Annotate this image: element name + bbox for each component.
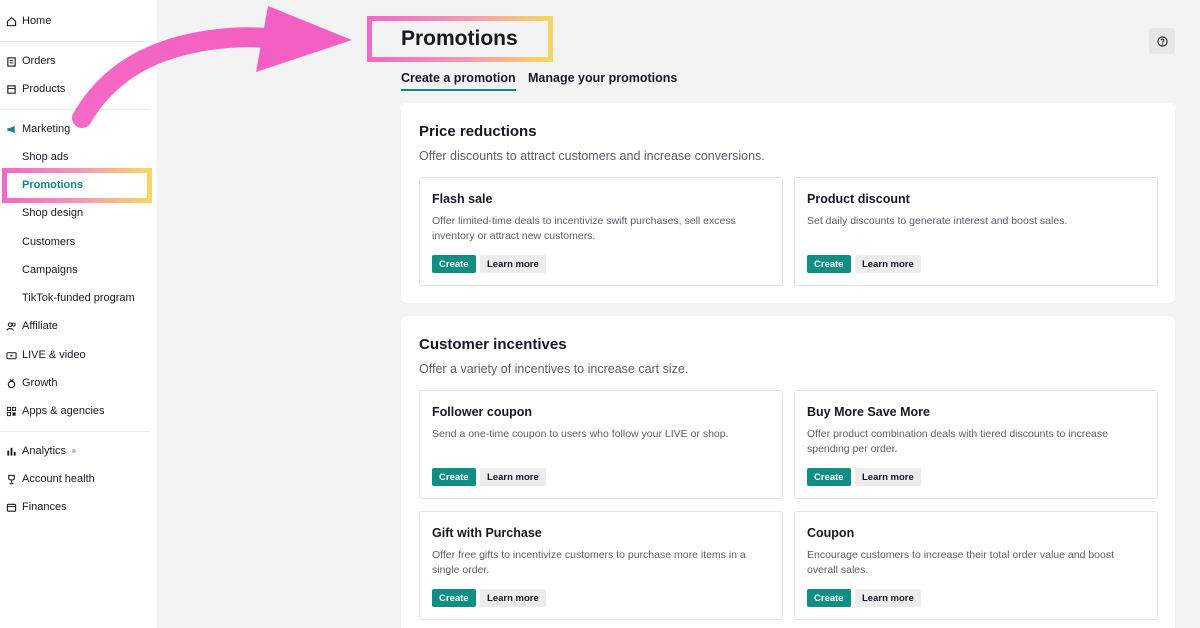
sidebar-item-label: Products [22, 83, 66, 95]
sidebar-item-label: Account health [22, 473, 95, 485]
create-button[interactable]: Create [807, 255, 851, 273]
tab-manage-your-promotions[interactable]: Manage your promotions [528, 71, 677, 89]
card-flash-sale: Flash sale Offer limited-time deals to i… [419, 177, 783, 286]
card-title: Follower coupon [432, 405, 532, 419]
sidebar-item-analytics[interactable]: Analytics [0, 440, 157, 462]
card-follower-coupon: Follower coupon Send a one-time coupon t… [419, 390, 783, 499]
people-icon [5, 320, 17, 332]
sidebar-divider [0, 431, 150, 432]
tab-create-a-promotion[interactable]: Create a promotion [401, 71, 516, 91]
create-button[interactable]: Create [807, 468, 851, 486]
card-title: Flash sale [432, 192, 493, 206]
sidebar-item-label: Analytics [22, 445, 67, 457]
create-button[interactable]: Create [432, 589, 476, 607]
section-description: Offer discounts to attract customers and… [419, 149, 765, 163]
help-circle-icon [1156, 35, 1168, 47]
sidebar-item-label: Customers [22, 236, 76, 248]
sidebar-item-customers[interactable]: Customers [0, 231, 157, 253]
learn-more-button[interactable]: Learn more [855, 468, 921, 486]
card-title: Gift with Purchase [432, 526, 542, 540]
learn-more-button[interactable]: Learn more [480, 589, 546, 607]
sidebar-item-apps-agencies[interactable]: Apps & agencies [0, 400, 157, 422]
sidebar-item-campaigns[interactable]: Campaigns [0, 259, 157, 281]
learn-more-button[interactable]: Learn more [480, 255, 546, 273]
card-description: Encourage customers to increase their to… [807, 549, 1115, 576]
sidebar-item-label: Affiliate [22, 320, 58, 332]
megaphone-icon [5, 123, 17, 135]
clipboard-icon [5, 55, 17, 67]
sidebar-item-finances[interactable]: Finances [0, 496, 157, 518]
sidebar-item-label: Apps & agencies [22, 405, 105, 417]
create-button[interactable]: Create [432, 468, 476, 486]
create-button[interactable]: Create [432, 255, 476, 273]
card-description: Offer limited-time deals to incentivize … [432, 215, 736, 242]
sidebar-item-tiktok-funded-program[interactable]: TikTok-funded program [0, 287, 157, 309]
title-highlight [367, 16, 553, 62]
learn-more-button[interactable]: Learn more [855, 255, 921, 273]
card-description: Offer product combination deals with tie… [807, 428, 1108, 455]
sidebar-item-live-video[interactable]: LIVE & video [0, 344, 157, 366]
sidebar-item-label: Shop design [22, 207, 84, 219]
sidebar-item-shop-design[interactable]: Shop design [0, 202, 157, 224]
section-customer-incentives: Customer incentives Offer a variety of i… [401, 316, 1175, 628]
grid-icon [5, 405, 17, 417]
trophy-icon [5, 473, 17, 485]
sidebar-item-label: TikTok-funded program [22, 292, 135, 304]
box-icon [5, 83, 17, 95]
card-description: Send a one-time coupon to users who foll… [432, 428, 729, 440]
medal-icon [5, 377, 17, 389]
wallet-icon [5, 501, 17, 513]
help-button[interactable] [1149, 28, 1175, 54]
status-dot [72, 449, 77, 453]
sidebar-item-shop-ads[interactable]: Shop ads [0, 146, 157, 168]
video-icon [5, 349, 17, 361]
learn-more-button[interactable]: Learn more [855, 589, 921, 607]
card-title: Product discount [807, 192, 910, 206]
sidebar-item-account-health[interactable]: Account health [0, 468, 157, 490]
card-product-discount: Product discount Set daily discounts to … [794, 177, 1158, 286]
learn-more-button[interactable]: Learn more [480, 468, 546, 486]
create-button[interactable]: Create [807, 589, 851, 607]
section-title: Price reductions [419, 123, 537, 140]
sidebar-item-label: Shop ads [22, 151, 69, 163]
section-title: Customer incentives [419, 336, 567, 353]
pointer-arrow-icon [72, 6, 352, 128]
section-price-reductions: Price reductions Offer discounts to attr… [401, 103, 1175, 303]
card-gift-with-purchase: Gift with Purchase Offer free gifts to i… [419, 511, 783, 620]
section-description: Offer a variety of incentives to increas… [419, 362, 689, 376]
card-title: Buy More Save More [807, 405, 930, 419]
sidebar-item-label: Campaigns [22, 264, 78, 276]
sidebar-item-label: Growth [22, 377, 58, 389]
card-coupon: Coupon Encourage customers to increase t… [794, 511, 1158, 620]
card-title: Coupon [807, 526, 855, 540]
sidebar-item-growth[interactable]: Growth [0, 372, 157, 394]
bar-chart-icon [5, 445, 17, 457]
sidebar-item-label: Home [22, 15, 52, 27]
sidebar-item-label: Finances [22, 501, 67, 513]
sidebar-item-label: LIVE & video [22, 349, 86, 361]
card-buy-more-save-more: Buy More Save More Offer product combina… [794, 390, 1158, 499]
sidebar-item-label: Orders [22, 55, 56, 67]
sidebar-item-affiliate[interactable]: Affiliate [0, 315, 157, 337]
promotions-nav-highlight [2, 168, 152, 203]
card-description: Offer free gifts to incentivize customer… [432, 549, 746, 576]
home-icon [5, 15, 17, 27]
card-description: Set daily discounts to generate interest… [807, 215, 1068, 227]
sidebar-item-label: Marketing [22, 123, 71, 135]
